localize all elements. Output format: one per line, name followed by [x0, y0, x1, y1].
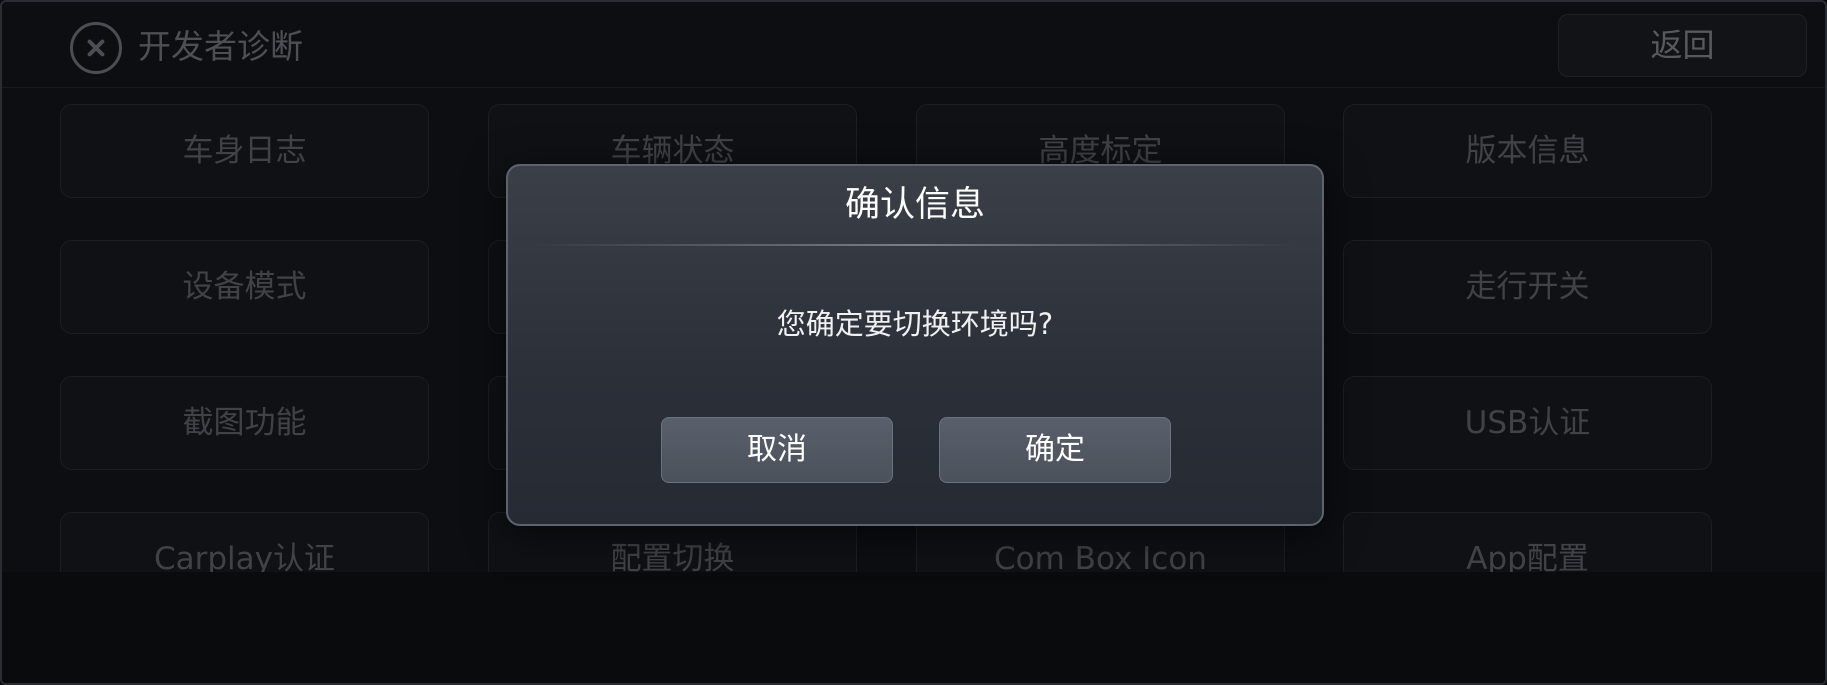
developer-diagnostics-screen: 开发者诊断 返回 车身日志 车辆状态 高度标定 版本信息 设备模式 走行开关 截… [0, 0, 1827, 685]
cancel-button[interactable]: 取消 [661, 417, 893, 483]
confirm-button[interactable]: 确定 [939, 417, 1171, 483]
dialog-divider [532, 244, 1298, 246]
confirm-dialog: 确认信息 您确定要切换环境吗? 取消 确定 [506, 164, 1324, 526]
dialog-message: 您确定要切换环境吗? [776, 307, 1054, 341]
dialog-title: 确认信息 [844, 185, 985, 225]
